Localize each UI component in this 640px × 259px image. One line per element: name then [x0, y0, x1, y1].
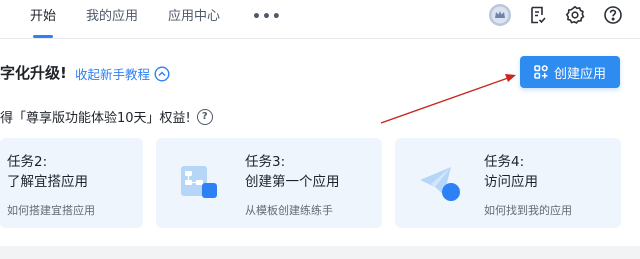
paper-plane-icon	[420, 167, 460, 201]
task-number: 任务2:	[7, 154, 48, 170]
task-desc: 如何找到我的应用	[484, 204, 572, 217]
task-desc: 从模板创建练练手	[245, 204, 333, 217]
promo-text-row: 得「尊享版功能体验10天」权益! ?	[0, 107, 213, 126]
task-title: 创建第一个应用	[245, 174, 340, 190]
task-number: 任务4:	[484, 154, 525, 170]
promo-text: 得「尊享版功能体验10天」权益!	[0, 111, 191, 126]
task-card-4[interactable]: 任务4: 访问应用 如何找到我的应用	[395, 138, 621, 228]
task-card-2[interactable]: 任务2: 了解宜搭应用 如何搭建宜搭应用	[0, 138, 143, 228]
task-card-3[interactable]: 任务3: 创建第一个应用 从模板创建练练手	[156, 138, 382, 228]
bottom-section-divider	[0, 246, 640, 259]
task-number: 任务3:	[245, 154, 286, 170]
flowchart-icon	[181, 166, 217, 198]
task-desc: 如何搭建宜搭应用	[7, 204, 95, 217]
task-title: 访问应用	[484, 174, 538, 190]
task-title: 了解宜搭应用	[7, 174, 88, 190]
promo-help-icon[interactable]: ?	[196, 108, 213, 125]
